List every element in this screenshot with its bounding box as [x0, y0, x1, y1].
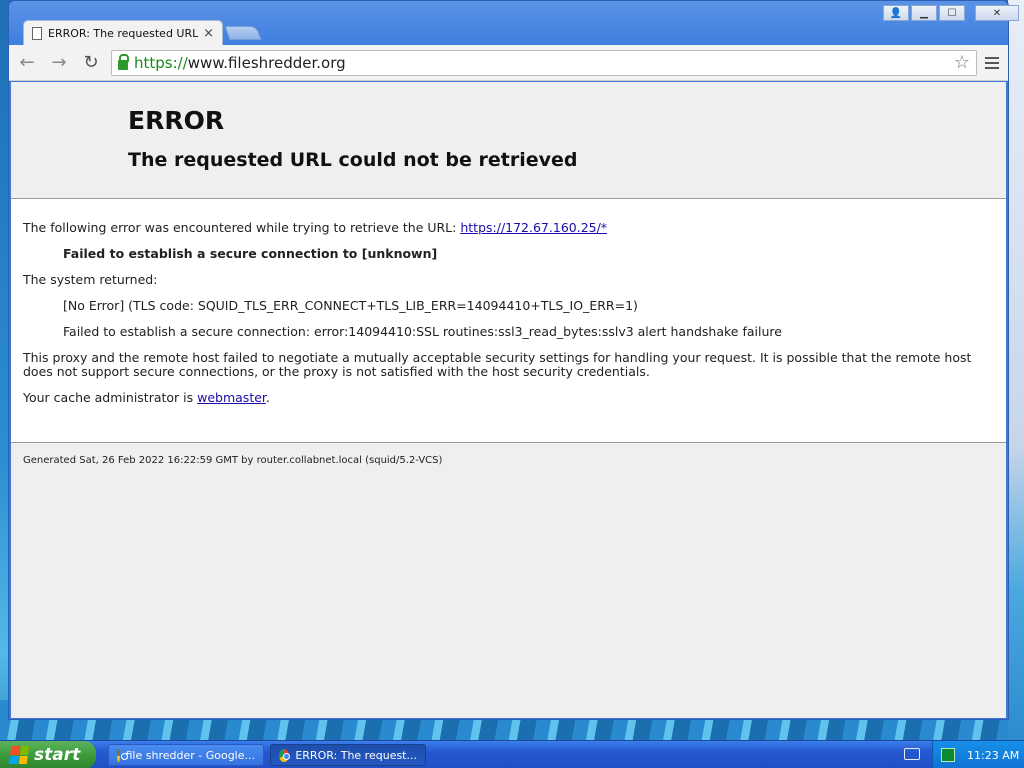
profile-icon[interactable]: 👤 — [883, 5, 909, 21]
page-icon — [32, 27, 42, 40]
chrome-icon — [279, 748, 291, 762]
window-controls: 👤 ▁ ☐ ✕ — [883, 5, 1019, 21]
windows-logo-icon — [8, 746, 30, 764]
system-returned-label: The system returned: — [23, 272, 158, 287]
handshake-error: Failed to establish a secure connection:… — [63, 324, 782, 339]
back-button[interactable]: ← — [13, 49, 41, 77]
lock-icon — [118, 53, 129, 70]
taskbar-item-label: ERROR: The request... — [295, 748, 417, 762]
browser-window: ERROR: The requested URL × 👤 ▁ ☐ ✕ ← → ↻… — [8, 0, 1019, 720]
browser-toolbar: ← → ↻ https://www.fileshredder.org ☆ — [9, 45, 1008, 81]
start-button[interactable]: start — [0, 741, 96, 768]
admin-paragraph: Your cache administrator is webmaster. — [23, 391, 994, 405]
taskbar-item-label: file shredder - Google... — [125, 748, 256, 762]
tls-error-code: [No Error] (TLS code: SQUID_TLS_ERR_CONN… — [63, 298, 638, 313]
webmaster-link[interactable]: webmaster — [197, 390, 266, 405]
explanation-paragraph: This proxy and the remote host failed to… — [23, 350, 972, 379]
maximize-button[interactable]: ☐ — [939, 5, 965, 21]
desktop-background-edge — [1008, 0, 1024, 740]
admin-text: Your cache administrator is — [23, 390, 198, 405]
close-button[interactable]: ✕ — [975, 5, 1019, 21]
failed-secure-message: Failed to establish a secure connection … — [63, 246, 438, 261]
taskbar: start file shredder - Google... ERROR: T… — [0, 740, 1024, 768]
page-title: ERROR — [128, 106, 225, 135]
network-icon[interactable] — [941, 748, 955, 762]
reload-button[interactable]: ↻ — [77, 49, 105, 77]
system-tray: 11:23 AM — [932, 741, 1024, 768]
page-subtitle: The requested URL could not be retrieved — [128, 149, 578, 171]
bookmark-star-icon[interactable]: ☆ — [954, 52, 970, 73]
url-scheme: https:// — [134, 53, 188, 72]
clock[interactable]: 11:23 AM — [967, 749, 1019, 762]
title-bar: ERROR: The requested URL × 👤 ▁ ☐ ✕ — [9, 1, 1019, 46]
minimize-button[interactable]: ▁ — [911, 5, 937, 21]
tab-close-icon[interactable]: × — [203, 26, 214, 41]
new-tab-button[interactable] — [224, 26, 262, 40]
error-body: The following error was encountered whil… — [11, 199, 1006, 443]
keyboard-icon[interactable] — [904, 748, 920, 760]
taskbar-item-file-shredder[interactable]: file shredder - Google... — [108, 744, 264, 766]
tab-title: ERROR: The requested URL — [48, 27, 199, 40]
menu-icon[interactable] — [985, 56, 999, 69]
generated-footer: Generated Sat, 26 Feb 2022 16:22:59 GMT … — [23, 455, 443, 466]
intro-text: The following error was encountered whil… — [23, 220, 461, 235]
tab-active[interactable]: ERROR: The requested URL × — [23, 20, 223, 46]
start-label: start — [34, 745, 81, 765]
forward-button[interactable]: → — [45, 49, 73, 77]
requested-url-link[interactable]: https://172.67.160.25/* — [460, 220, 607, 235]
intro-paragraph: The following error was encountered whil… — [23, 221, 994, 235]
page-viewport: ERROR The requested URL could not be ret… — [11, 82, 1006, 718]
url-host: www.fileshredder.org — [187, 53, 346, 72]
admin-period: . — [265, 390, 270, 405]
chrome-icon — [117, 748, 127, 762]
address-bar[interactable]: https://www.fileshredder.org ☆ — [111, 49, 977, 76]
error-header: ERROR The requested URL could not be ret… — [11, 82, 1006, 199]
taskbar-item-error[interactable]: ERROR: The request... — [270, 744, 426, 766]
